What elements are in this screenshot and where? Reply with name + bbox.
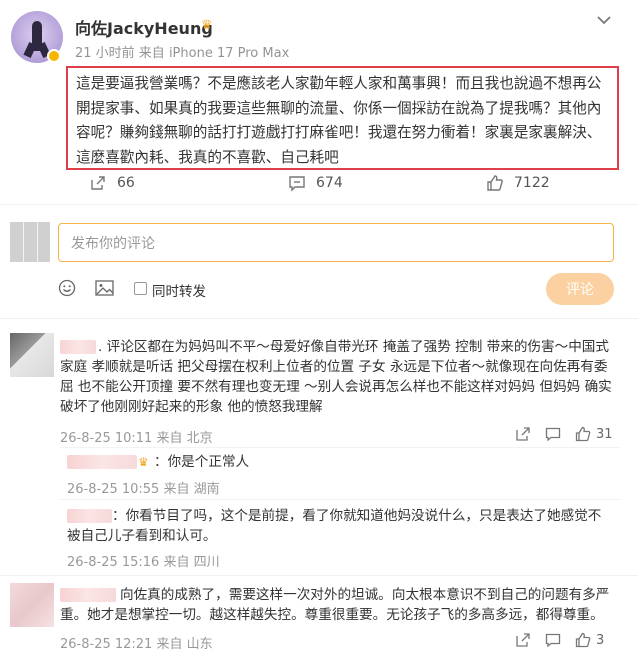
reply-icon[interactable] <box>545 632 561 648</box>
comment-meta: 26-8-25 12:21 来自 山东 <box>60 637 213 652</box>
my-avatar <box>10 222 50 262</box>
repost-button[interactable]: 66 <box>89 174 135 192</box>
comment-like-count: 3 <box>596 632 605 648</box>
post-actions: 66 674 7122 <box>0 174 638 196</box>
like-button[interactable]: 7122 <box>486 174 550 192</box>
reply-meta: 26-8-25 15:16 来自 四川 <box>67 555 220 570</box>
post-highlight-box: 這是要逼我營業嗎？不是應該老人家勸年輕人家和萬事興！而且我也說過不想再公開提家事… <box>66 66 619 170</box>
reply-divider <box>60 499 620 500</box>
divider <box>0 318 638 319</box>
comment-like-count: 31 <box>596 426 613 442</box>
reply-meta: 26-8-25 10:55 来自 湖南 <box>67 482 220 497</box>
commenter-avatar[interactable] <box>10 583 54 627</box>
comment-actions: 3 <box>501 632 604 648</box>
blurred-username <box>67 455 137 469</box>
crown-icon: ♛ <box>138 455 149 469</box>
chevron-down-icon[interactable] <box>597 10 611 29</box>
comment-icon <box>288 174 306 192</box>
verified-badge-icon <box>47 49 61 63</box>
post-meta: 21 小时前 来自 iPhone 17 Pro Max <box>75 46 290 61</box>
reply-text: ：你是个正常人 <box>154 454 250 470</box>
thumbs-up-icon[interactable] <box>575 426 591 442</box>
comment-meta: 26-8-25 10:11 来自 北京 <box>60 431 213 446</box>
share-icon[interactable] <box>515 426 531 442</box>
comment-text: 向佐真的成熟了，需要这样一次对外的坦诚。向太根本意识不到自己的问题有多严重。她才… <box>60 587 610 623</box>
author-name[interactable]: 向佐JackyHeung <box>75 15 213 39</box>
image-icon[interactable] <box>95 279 114 301</box>
repost-checkbox[interactable] <box>134 282 147 295</box>
divider <box>0 575 638 576</box>
share-icon[interactable] <box>515 632 531 648</box>
comment-button[interactable]: 674 <box>288 174 343 192</box>
comment-input[interactable]: 发布你的评论 <box>58 223 614 262</box>
reply-text: ：你看节目了吗，这个是前提，看了你就知道他妈没说什么，只是表达了她感觉不被自己儿… <box>67 508 602 544</box>
submit-comment-button[interactable]: 评论 <box>546 273 614 305</box>
reply-icon[interactable] <box>545 426 561 442</box>
reply-divider <box>60 447 620 448</box>
repost-icon <box>89 174 107 192</box>
commenter-avatar[interactable] <box>10 333 54 377</box>
repost-count: 66 <box>117 175 135 191</box>
thumbs-up-icon <box>486 174 504 192</box>
like-count: 7122 <box>514 175 550 191</box>
comment-text: . 评论区都在为妈妈叫不平～母爱好像自带光环 掩盖了强势 控制 带来的伤害～中国… <box>60 339 612 415</box>
crown-icon: ♛ <box>201 18 213 33</box>
comment-count: 674 <box>316 175 343 191</box>
divider <box>0 204 638 205</box>
thumbs-up-icon[interactable] <box>575 632 591 648</box>
repost-label: 同时转发 <box>152 284 206 300</box>
post-text: 這是要逼我營業嗎？不是應該老人家勸年輕人家和萬事興！而且我也說過不想再公開提家事… <box>76 75 602 166</box>
emoji-icon[interactable] <box>58 279 76 301</box>
comment-actions: 31 <box>501 426 613 442</box>
